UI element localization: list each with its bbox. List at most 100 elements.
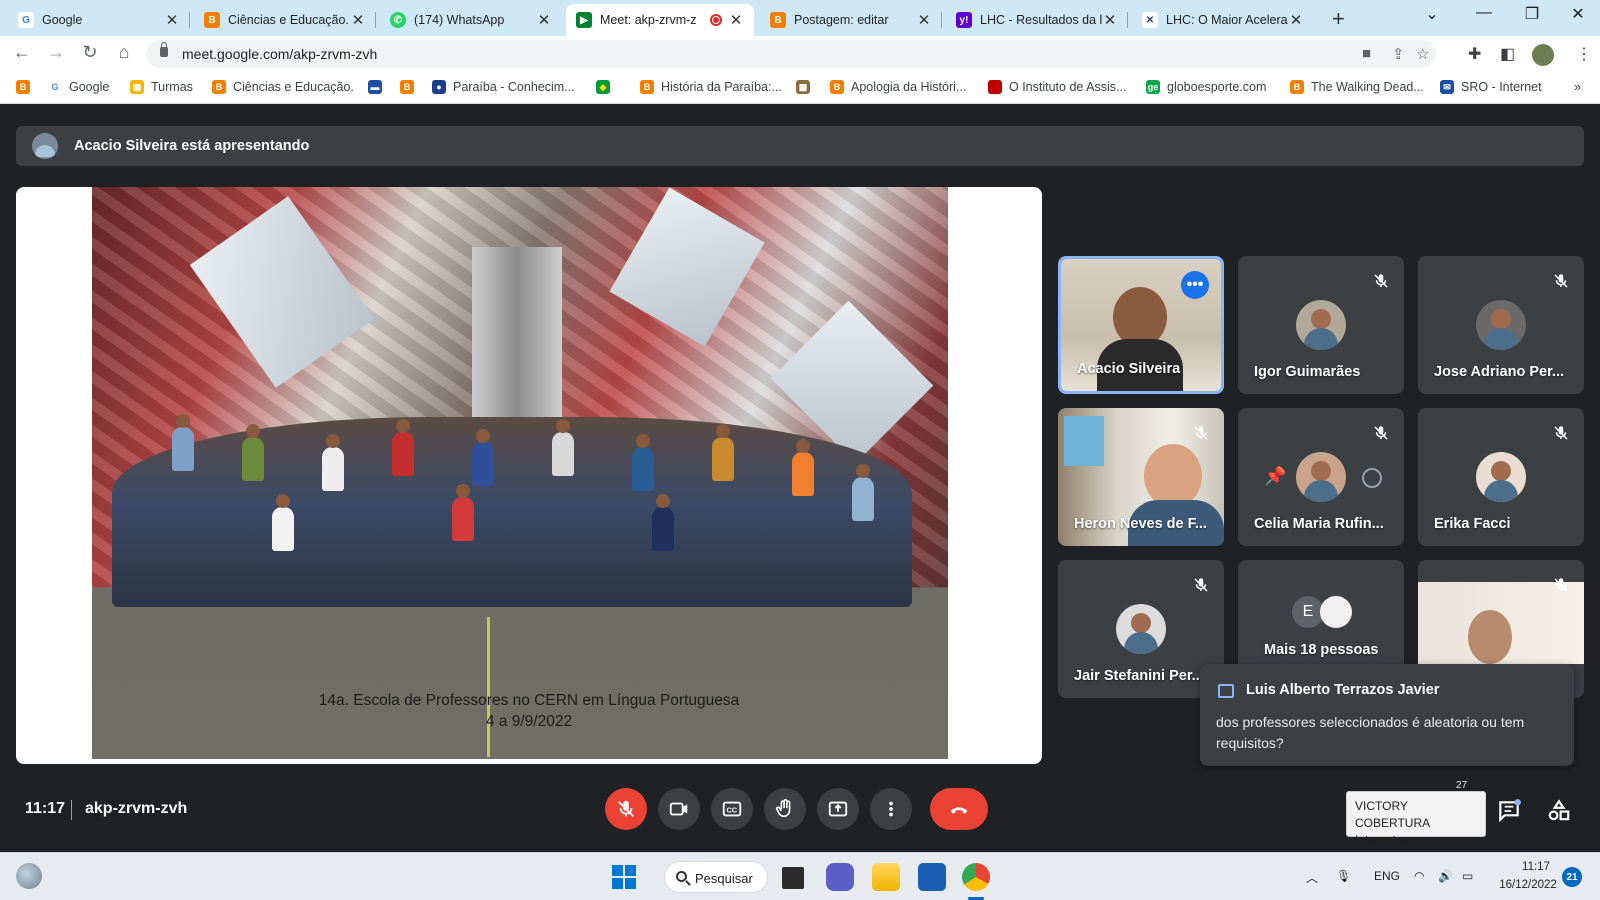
window-close-icon[interactable]: ✕ (1566, 4, 1590, 24)
home-icon[interactable]: ⌂ (112, 42, 136, 63)
side-panel-icon[interactable]: ◧ (1500, 44, 1515, 64)
close-icon[interactable]: ✕ (1102, 11, 1118, 29)
captions-button[interactable]: CC (711, 788, 753, 830)
close-icon[interactable]: ✕ (916, 11, 932, 29)
language-indicator[interactable]: ENG (1374, 869, 1400, 883)
blogger-icon: B (640, 80, 654, 94)
app-icon[interactable] (918, 863, 946, 891)
presenter-banner: Acacio Silveira está apresentando (16, 126, 1584, 166)
file-explorer-icon[interactable] (872, 863, 900, 891)
close-icon[interactable]: ✕ (1288, 11, 1304, 29)
tab-meet[interactable]: ▶ Meet: akp-zrvm-z ✕ (566, 4, 754, 36)
blogger-icon: B (1290, 80, 1304, 94)
extensions-icon[interactable]: ✚ (1468, 44, 1481, 64)
clock-date[interactable]: 16/12/2022 (1490, 879, 1566, 891)
bookmark-item[interactable]: ✉ SRO - Internet (1440, 80, 1542, 94)
remove-icon[interactable] (1362, 468, 1382, 488)
bookmark-item[interactable]: B (400, 80, 421, 94)
tab-whatsapp[interactable]: ✆ (174) WhatsApp ✕ (380, 4, 562, 36)
leave-call-button[interactable] (930, 788, 988, 830)
bookmark-item[interactable]: B The Walking Dead... (1290, 80, 1424, 94)
back-icon[interactable]: ← (10, 42, 34, 63)
site-icon: ● (432, 80, 446, 94)
tab-lhc-acelerador[interactable]: ✕ LHC: O Maior Acelera ✕ (1132, 4, 1314, 36)
crowd-group (112, 417, 912, 607)
bookmarks-overflow-icon[interactable]: » (1574, 80, 1581, 94)
camera-toggle-button[interactable] (658, 788, 700, 830)
bookmark-item[interactable]: ▬ (368, 80, 389, 94)
camera-icon (669, 802, 688, 816)
bookmark-item[interactable]: B Apologia da Históri... (830, 80, 966, 94)
close-icon[interactable]: ✕ (350, 11, 366, 29)
mic-off-icon (1554, 578, 1568, 592)
participant-tile[interactable]: Igor Guimarães (1238, 256, 1404, 394)
more-options-button[interactable] (870, 788, 912, 830)
battery-icon[interactable]: ▭ (1462, 869, 1473, 883)
bookmark-item[interactable]: B Ciências e Educação. (212, 80, 354, 94)
maximize-icon[interactable]: ❐ (1520, 4, 1544, 24)
tab-ciencias[interactable]: B Ciências e Educação. ✕ (194, 4, 376, 36)
tooltip-title: VICTORY COBERTURA (1355, 799, 1431, 830)
close-icon[interactable]: ✕ (164, 11, 180, 29)
url-bar[interactable]: meet.google.com/akp-zrvm-zvh ■ ⇪ ☆ (146, 40, 1436, 68)
tab-lhc-resultados[interactable]: y! LHC - Resultados da l ✕ (946, 4, 1128, 36)
teams-icon[interactable] (826, 863, 854, 891)
present-screen-button[interactable] (817, 788, 859, 830)
new-tab-icon[interactable]: + (1332, 6, 1345, 32)
pin-icon[interactable]: 📌 (1264, 466, 1286, 487)
raise-hand-button[interactable] (764, 788, 806, 830)
minimize-icon[interactable]: — (1472, 4, 1496, 22)
tray-expand-icon[interactable]: ︿ (1306, 869, 1318, 886)
participant-name: Erika Facci (1434, 516, 1511, 532)
participant-tile[interactable]: Jose Adriano Per... (1418, 256, 1584, 394)
activities-icon[interactable] (1546, 798, 1572, 824)
bookmark-item[interactable]: ge globoesporte.com (1146, 80, 1266, 94)
menu-kebab-icon[interactable]: ⋮ (1576, 44, 1592, 64)
close-icon[interactable]: ✕ (536, 11, 552, 29)
bookmark-item[interactable]: ◆ (596, 80, 617, 94)
bookmark-item[interactable]: G Google (48, 80, 109, 94)
reload-icon[interactable]: ↻ (78, 42, 102, 63)
bookmark-item[interactable]: ▩ (796, 80, 817, 94)
chat-icon[interactable] (1496, 798, 1522, 824)
volume-icon[interactable]: 🔊 (1438, 869, 1453, 883)
mic-toggle-button[interactable] (605, 788, 647, 830)
bookmark-star-icon[interactable]: ☆ (1416, 45, 1429, 63)
slide-caption: 14a. Escola de Professores no CERN em Lí… (318, 692, 740, 709)
forward-icon[interactable]: → (44, 42, 68, 63)
participant-tile[interactable]: ••• Acacio Silveira (1058, 256, 1224, 394)
more-options-button[interactable]: ••• (1181, 271, 1209, 299)
notification-badge[interactable]: 21 (1562, 867, 1582, 887)
mic-tray-icon[interactable]: 🎙 (1336, 869, 1351, 883)
blogger-icon: B (16, 80, 30, 94)
bookmark-item[interactable]: O Instituto de Assis... (988, 80, 1126, 94)
bookmark-item[interactable]: B História da Paraíba:... (640, 80, 782, 94)
clock-time[interactable]: 11:17 (1506, 861, 1566, 873)
participant-tile[interactable]: Erika Facci (1418, 408, 1584, 546)
tab-postagem[interactable]: B Postagem: editar ✕ (760, 4, 942, 36)
chat-message-toast[interactable]: Luis Alberto Terrazos Javier dos profess… (1200, 664, 1574, 766)
start-icon[interactable] (610, 863, 638, 891)
participant-tile[interactable]: Heron Neves de F... (1058, 408, 1224, 546)
task-view-icon[interactable] (782, 867, 804, 889)
bookmark-item[interactable]: ● Paraíba - Conhecim... (432, 80, 575, 94)
participant-tile[interactable]: 📌 Celia Maria Rufin... (1238, 408, 1404, 546)
camera-in-use-icon[interactable]: ■ (1362, 45, 1371, 62)
close-icon[interactable]: ✕ (728, 11, 744, 29)
tab-google[interactable]: G Google ✕ (8, 4, 190, 36)
wifi-tooltip: VICTORY COBERTURA Internet access (1346, 791, 1486, 847)
bookmark-item[interactable]: B (16, 80, 37, 94)
url-text[interactable]: meet.google.com/akp-zrvm-zvh (182, 46, 377, 62)
profile-avatar[interactable] (1532, 44, 1554, 66)
meeting-code[interactable]: akp-zrvm-zvh (85, 800, 187, 818)
weather-icon[interactable] (16, 863, 42, 889)
chrome-icon[interactable] (962, 863, 990, 891)
participant-avatar (1320, 596, 1352, 628)
share-icon[interactable]: ⇪ (1392, 45, 1405, 63)
taskbar-search[interactable]: Pesquisar (664, 861, 768, 893)
tab-search-icon[interactable]: ⌄ (1420, 4, 1444, 24)
site-icon: ✕ (1142, 12, 1158, 28)
wifi-icon[interactable]: ◠ (1414, 869, 1424, 883)
bookmark-item[interactable]: ▣ Turmas (130, 80, 193, 94)
mic-off-icon (1374, 426, 1388, 440)
